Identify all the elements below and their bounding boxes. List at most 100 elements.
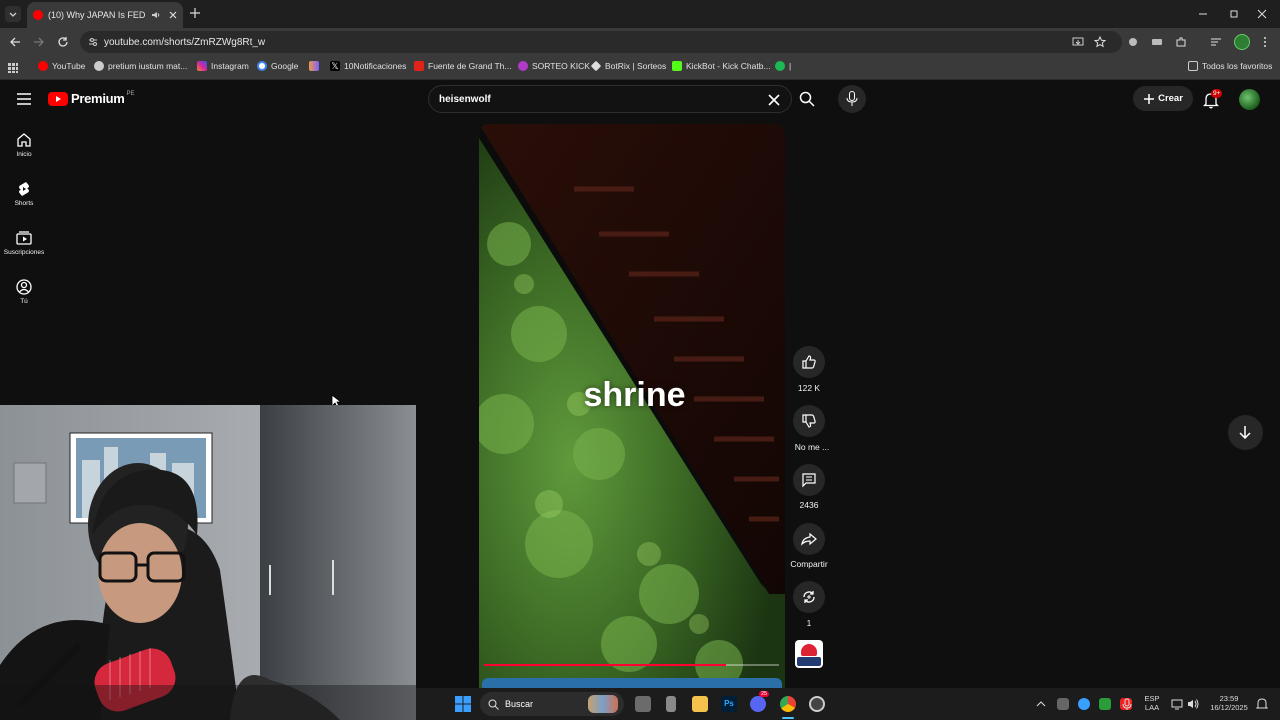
search-input[interactable]: heisenwolf [428,85,792,113]
photoshop-icon[interactable]: Ps [721,696,737,712]
share-button[interactable] [793,523,825,555]
remix-icon [803,591,815,603]
hamburger-menu-icon[interactable] [16,92,32,106]
close-tab-icon[interactable] [168,10,178,20]
extension-icon[interactable] [1127,36,1139,48]
search-button[interactable] [792,85,822,113]
nav-tu[interactable]: Tú [0,279,48,305]
microphone-icon[interactable] [1122,698,1132,710]
task-view-icon[interactable] [635,696,651,712]
thumbs-up-icon [802,355,816,369]
bookmark-fuente-gta[interactable]: Fuente de Grand Th... [414,61,511,71]
all-bookmarks-folder[interactable]: Todos los favoritos [1188,61,1272,71]
network-icon[interactable] [1171,698,1183,710]
speaker-icon[interactable] [151,10,161,20]
bookmark-google[interactable]: Google [257,61,298,71]
notification-center-icon[interactable] [1256,698,1268,710]
home-icon [17,133,31,147]
kickbot-icon [672,61,682,71]
thumbs-down-icon [802,414,816,428]
tray-app-icon[interactable] [1057,698,1069,710]
bookmark-sorteo-kick[interactable]: SORTEO KICK [518,61,590,71]
notifications-button[interactable]: 9+ [1202,89,1224,109]
chrome-icon[interactable] [780,696,796,712]
webcam-overlay [0,405,416,720]
nav-inicio[interactable]: Inicio [0,132,48,158]
app-icon[interactable] [809,696,825,712]
bookmark-spotify[interactable]: | [775,61,791,71]
apps-grid-icon[interactable] [7,62,19,74]
bookmarks-bar: YouTube pretium iustum mat... Instagram … [0,56,1280,80]
chevron-up-icon[interactable] [1036,699,1046,709]
extensions-puzzle-icon[interactable] [1175,36,1187,48]
like-button[interactable] [793,346,825,378]
short-caption: shrine [583,376,686,414]
next-short-button[interactable] [1228,415,1263,450]
close-window-icon[interactable] [1256,8,1268,20]
bookmark-instagram[interactable]: Instagram [197,61,249,71]
clock[interactable]: 23:59 16/12/2025 [1204,694,1254,712]
input-language[interactable]: ESP LAA [1142,694,1162,712]
like-count: 122 K [797,383,821,393]
shield-icon[interactable] [1099,698,1111,710]
install-app-icon[interactable] [1072,36,1084,48]
url-text: youtube.com/shorts/ZmRZWg8Rt_w [104,36,266,48]
gift-icon [518,61,528,71]
app-icon[interactable] [666,696,676,712]
nav-suscripciones[interactable]: Suscripciones [0,230,48,256]
taskbar-search[interactable]: Buscar [480,692,624,716]
extension-icon[interactable] [1151,36,1163,48]
address-bar[interactable]: youtube.com/shorts/ZmRZWg8Rt_w [80,31,1122,53]
remix-button[interactable] [793,581,825,613]
spotify-icon [775,61,785,71]
reload-icon[interactable] [56,35,70,49]
onedrive-icon[interactable] [1078,698,1090,710]
subscriptions-icon [16,231,32,245]
bookmark-pretium[interactable]: pretium iustum mat... [94,61,187,71]
nav-shorts[interactable]: Shorts [0,181,48,207]
menu-dots-icon[interactable] [1259,36,1271,48]
user-icon [16,279,32,295]
back-icon[interactable] [8,35,22,49]
bookmark-notificaciones[interactable]: 𝕏 10Notificaciones [330,61,406,71]
search-icon [488,699,499,710]
restore-icon[interactable] [1228,8,1240,20]
dislike-button[interactable] [793,405,825,437]
windows-start-icon[interactable] [455,696,471,712]
browser-tab-active[interactable]: (10) Why JAPAN Is FED UP W [27,2,183,28]
chrome-active-indicator [782,717,794,719]
channel-avatar[interactable] [795,640,823,668]
bookmark-unnamed[interactable] [309,61,319,71]
clear-search-icon[interactable] [768,94,780,106]
comments-button[interactable] [793,464,825,496]
youtube-logo-icon [48,91,68,106]
youtube-icon [38,61,48,71]
toolbar: youtube.com/shorts/ZmRZWg8Rt_w [0,28,1280,56]
volume-icon[interactable] [1187,698,1199,710]
reading-list-icon[interactable] [1210,36,1222,48]
arrow-down-icon [1239,426,1251,439]
search-icon [799,91,815,107]
youtube-premium-logo[interactable]: Premium PE [48,91,135,106]
forward-icon[interactable] [32,35,46,49]
video-progress-track[interactable] [484,664,779,666]
minimize-icon[interactable] [1197,8,1209,20]
bookmark-botrix[interactable]: BotRix | Sorteos [590,60,666,72]
comment-count: 2436 [799,500,819,510]
account-avatar[interactable] [1239,89,1260,110]
bookmark-star-icon[interactable] [1094,36,1106,48]
bookmark-youtube[interactable]: YouTube [38,61,85,71]
file-explorer-icon[interactable] [692,696,708,712]
comment-icon [802,473,816,488]
bookmark-kickbot[interactable]: KickBot - Kick Chatb... [672,61,771,71]
short-video-player[interactable]: shrine [479,124,785,688]
create-button[interactable]: Crear [1133,86,1193,111]
voice-search-button[interactable] [838,85,866,113]
new-tab-icon[interactable] [189,7,201,19]
discord-icon[interactable]: 25 [750,691,770,712]
diamond-icon [590,60,602,72]
site-settings-icon[interactable] [87,36,99,48]
profile-avatar[interactable] [1234,34,1250,50]
share-icon [801,532,817,546]
tab-list-button[interactable] [5,6,21,22]
